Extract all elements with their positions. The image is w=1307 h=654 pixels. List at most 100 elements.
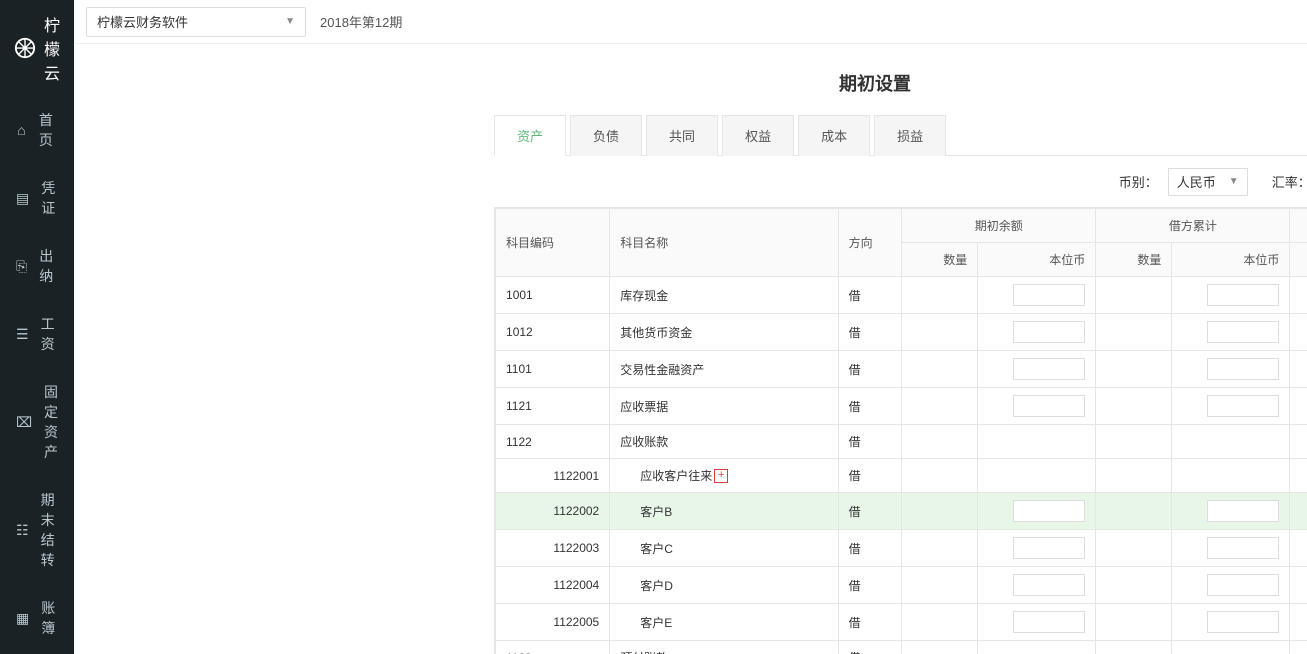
amount-input[interactable] <box>1207 395 1279 417</box>
th-qty: 数量 <box>902 243 978 277</box>
cell-direction: 借 <box>838 314 901 351</box>
cashier-icon: ⎘ <box>16 258 27 275</box>
cell-name: 客户E <box>610 604 838 641</box>
tab-5[interactable]: 损益 <box>874 115 946 156</box>
sidebar-item-cashier[interactable]: ⎘出纳 <box>0 232 74 300</box>
asset-icon: ⌧ <box>16 414 32 431</box>
cell-amount <box>1172 641 1290 654</box>
th-name: 科目名称 <box>610 209 838 277</box>
amount-input[interactable] <box>1013 358 1085 380</box>
cell-qty <box>1096 351 1172 388</box>
accounts-table: 科目编码 科目名称 方向 期初余额 借方累计 贷方累计 年初余额 数量 本位币 … <box>495 208 1307 654</box>
cell-amount <box>1172 388 1290 425</box>
account-name: 应收客户往来 <box>640 467 712 484</box>
amount-input[interactable] <box>1013 500 1085 522</box>
sidebar-item-label: 固定资产 <box>44 382 58 462</box>
cell-name: 交易性金融资产 <box>610 351 838 388</box>
amount-input[interactable] <box>1013 574 1085 596</box>
tab-2[interactable]: 共同 <box>646 115 718 156</box>
cell-qty <box>902 493 978 530</box>
table-row[interactable]: 1122001应收客户往来+借 <box>496 459 1307 493</box>
currency-label: 币别： <box>1119 172 1158 191</box>
amount-input[interactable] <box>1207 537 1279 559</box>
cell-name: 应收账款 <box>610 425 838 459</box>
cell-code: 1101 <box>496 351 610 388</box>
cell-qty <box>1096 425 1172 459</box>
amount-input[interactable] <box>1013 284 1085 306</box>
table-toolbar: 币别： 人民币 ▼ 汇率： 1 ? 帮助 隐藏数量 导出 导入 <box>494 156 1307 207</box>
amount-input[interactable] <box>1013 321 1085 343</box>
table-row[interactable]: 1001库存现金借 <box>496 277 1307 314</box>
sidebar-item-label: 工资 <box>41 314 58 354</box>
cell-code: 1122001 <box>496 459 610 493</box>
cell-amount <box>978 459 1096 493</box>
amount-input[interactable] <box>1207 358 1279 380</box>
currency-select[interactable]: 人民币 ▼ <box>1168 168 1248 196</box>
tab-0[interactable]: 资产 <box>494 115 566 156</box>
sidebar-item-book[interactable]: ▦ 账簿 <box>0 584 74 652</box>
cell-qty <box>1290 530 1307 567</box>
sidebar-item-label: 账簿 <box>41 598 58 638</box>
book-icon: ▦ <box>16 610 29 627</box>
amount-input[interactable] <box>1013 537 1085 559</box>
amount-input[interactable] <box>1207 574 1279 596</box>
cell-qty <box>902 604 978 641</box>
cell-qty <box>1290 604 1307 641</box>
cell-name: 其他货币资金 <box>610 314 838 351</box>
sidebar-item-label: 首页 <box>39 110 58 150</box>
sidebar-item-asset[interactable]: ⌧ 固定资产 <box>0 368 74 476</box>
add-child-icon[interactable]: + <box>714 469 728 483</box>
cell-amount <box>978 604 1096 641</box>
cell-qty <box>1290 567 1307 604</box>
table-row[interactable]: 1122003客户C借 <box>496 530 1307 567</box>
cell-qty <box>1096 641 1172 654</box>
table-wrapper: 科目编码 科目名称 方向 期初余额 借方累计 贷方累计 年初余额 数量 本位币 … <box>494 207 1307 654</box>
tab-3[interactable]: 权益 <box>722 115 794 156</box>
table-row[interactable]: 1122应收账款借 <box>496 425 1307 459</box>
amount-input[interactable] <box>1207 500 1279 522</box>
table-row[interactable]: 1101交易性金融资产借 <box>496 351 1307 388</box>
company-select-value: 柠檬云财务软件 <box>97 12 188 31</box>
cell-qty <box>902 277 978 314</box>
tab-4[interactable]: 成本 <box>798 115 870 156</box>
doc-icon: ▤ <box>16 190 29 207</box>
chevron-down-icon: ▼ <box>1229 176 1239 187</box>
amount-input[interactable] <box>1207 321 1279 343</box>
th-code: 科目编码 <box>496 209 610 277</box>
cell-amount <box>978 351 1096 388</box>
table-row[interactable]: 1122002客户B借 <box>496 493 1307 530</box>
cell-qty <box>1290 459 1307 493</box>
sidebar-item-closing[interactable]: ☷期末结转 <box>0 476 74 584</box>
sidebar-item-salary[interactable]: ☰工资 <box>0 300 74 368</box>
cell-direction: 借 <box>838 351 901 388</box>
cell-qty <box>1290 388 1307 425</box>
table-row[interactable]: 1123预付账款借 <box>496 641 1307 654</box>
cell-qty <box>902 567 978 604</box>
amount-input[interactable] <box>1207 611 1279 633</box>
cell-qty <box>1096 493 1172 530</box>
table-row[interactable]: 1122004客户D借 <box>496 567 1307 604</box>
cell-qty <box>1290 425 1307 459</box>
table-row[interactable]: 1122005客户E借 <box>496 604 1307 641</box>
th-debit: 借方累计 <box>1096 209 1290 243</box>
tab-1[interactable]: 负债 <box>570 115 642 156</box>
cell-amount <box>978 314 1096 351</box>
cell-amount <box>1172 425 1290 459</box>
sidebar-item-home[interactable]: ⌂首页 <box>0 96 74 164</box>
brand-text: 柠檬云 <box>44 12 60 84</box>
th-base: 本位币 <box>1172 243 1290 277</box>
cell-code: 1122003 <box>496 530 610 567</box>
cell-name: 应收客户往来+ <box>610 459 838 493</box>
sidebar-item-doc[interactable]: ▤凭证 <box>0 164 74 232</box>
amount-input[interactable] <box>1013 611 1085 633</box>
table-row[interactable]: 1012其他货币资金借 <box>496 314 1307 351</box>
cell-direction: 借 <box>838 641 901 654</box>
cell-name: 应收票据 <box>610 388 838 425</box>
cell-amount <box>1172 277 1290 314</box>
table-row[interactable]: 1121应收票据借 <box>496 388 1307 425</box>
company-select[interactable]: 柠檬云财务软件 ▼ <box>86 7 306 37</box>
amount-input[interactable] <box>1013 395 1085 417</box>
cell-code: 1122005 <box>496 604 610 641</box>
cell-amount <box>978 530 1096 567</box>
amount-input[interactable] <box>1207 284 1279 306</box>
